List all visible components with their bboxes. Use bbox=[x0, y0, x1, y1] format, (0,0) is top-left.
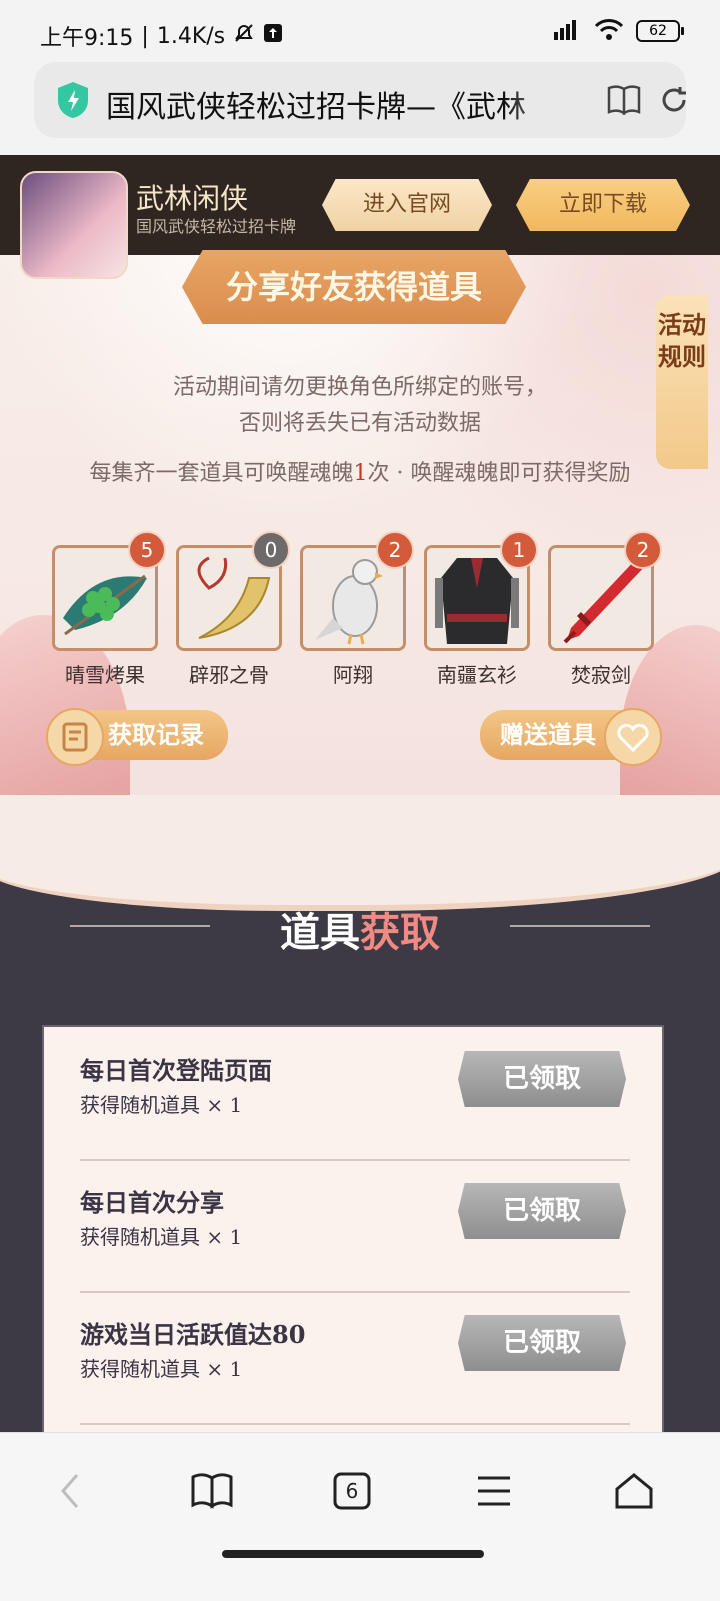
notice-line-1: 活动期间请勿更换角色所绑定的账号， bbox=[172, 375, 547, 400]
status-divider: | bbox=[141, 23, 149, 49]
claimed-button[interactable]: 已领取 bbox=[458, 1051, 626, 1107]
browser-bottom-bar: 6 bbox=[0, 1432, 720, 1601]
refresh-icon[interactable] bbox=[658, 84, 690, 120]
bookmarks-icon[interactable] bbox=[182, 1461, 242, 1521]
home-indicator[interactable] bbox=[222, 1550, 484, 1558]
upload-icon bbox=[263, 23, 283, 49]
item-card[interactable]: 2 阿翔 bbox=[300, 531, 414, 688]
shield-icon bbox=[54, 80, 92, 120]
mute-icon bbox=[233, 22, 255, 50]
item-label: 焚寂剑 bbox=[571, 663, 631, 687]
battery-indicator: 62 bbox=[636, 20, 684, 42]
task-reward: 获得随机道具 × 1 bbox=[80, 1225, 243, 1249]
book-icon[interactable] bbox=[606, 84, 642, 120]
item-count-badge: 1 bbox=[500, 531, 538, 569]
status-right: 62 bbox=[552, 18, 684, 44]
official-site-button[interactable]: 进入官网 bbox=[322, 179, 492, 231]
heart-icon bbox=[604, 708, 662, 766]
status-time: 上午9:15 bbox=[40, 26, 134, 51]
acquisition-record-button[interactable]: 获取记录 bbox=[46, 708, 228, 766]
task-name: 每日首次登陆页面 bbox=[80, 1056, 272, 1085]
item-collection: 5 晴雪烤果 0 辟邪之骨 2 阿翔 1 南疆玄衫 2 焚寂剑 bbox=[52, 531, 672, 688]
wifi-icon bbox=[594, 18, 624, 44]
app-name: 武林闲侠 bbox=[136, 182, 249, 215]
record-button-label: 获取记录 bbox=[108, 720, 204, 749]
gift-button-label: 赠送道具 bbox=[500, 720, 596, 749]
app-subtitle: 国风武侠轻松过招卡牌 bbox=[136, 217, 297, 236]
notice-text: 活动期间请勿更换角色所绑定的账号， 否则将丢失已有活动数据 bbox=[0, 370, 720, 442]
task-reward: 获得随机道具 × 1 bbox=[80, 1357, 243, 1381]
collect-suffix: 次 · 唤醒魂魄即可获得奖励 bbox=[367, 461, 631, 486]
download-button[interactable]: 立即下载 bbox=[516, 179, 690, 231]
status-left: 上午9:15 | 1.4K/s bbox=[40, 20, 283, 52]
task-name: 游戏当日活跃值达80 bbox=[80, 1320, 306, 1349]
signal-icon bbox=[552, 18, 582, 44]
section-title-accent: 获取 bbox=[360, 909, 440, 956]
item-label: 辟邪之骨 bbox=[189, 663, 269, 687]
item-count-badge: 5 bbox=[128, 531, 166, 569]
collect-prefix: 每集齐一套道具可唤醒魂魄 bbox=[89, 461, 354, 486]
item-label: 南疆玄衫 bbox=[437, 663, 517, 687]
item-card[interactable]: 2 焚寂剑 bbox=[548, 531, 662, 688]
record-icon bbox=[46, 708, 104, 766]
collect-text: 每集齐一套道具可唤醒魂魄1次 · 唤醒魂魄即可获得奖励 bbox=[0, 455, 720, 487]
decoration-wave bbox=[0, 795, 720, 911]
task-row: 每日首次分享 获得随机道具 × 1 已领取 bbox=[80, 1159, 630, 1293]
tab-count: 6 bbox=[345, 1479, 359, 1503]
back-icon[interactable] bbox=[40, 1461, 100, 1521]
item-count-badge: 2 bbox=[624, 531, 662, 569]
collect-count: 1 bbox=[353, 461, 368, 486]
claimed-button[interactable]: 已领取 bbox=[458, 1183, 626, 1239]
item-label: 晴雪烤果 bbox=[65, 663, 145, 687]
address-bar[interactable]: 国风武侠轻松过招卡牌—《武林 bbox=[34, 62, 686, 138]
home-icon[interactable] bbox=[604, 1461, 664, 1521]
item-count-badge: 2 bbox=[376, 531, 414, 569]
tasks-panel: 每日首次登陆页面 获得随机道具 × 1 已领取 每日首次分享 获得随机道具 × … bbox=[42, 1025, 664, 1460]
item-label: 阿翔 bbox=[333, 663, 373, 687]
menu-icon[interactable] bbox=[464, 1461, 524, 1521]
app-icon[interactable] bbox=[20, 171, 128, 279]
gift-item-button[interactable]: 赠送道具 bbox=[480, 708, 662, 766]
notice-line-2: 否则将丢失已有活动数据 bbox=[238, 411, 481, 436]
item-count-badge: 0 bbox=[252, 531, 290, 569]
share-title-banner: 分享好友获得道具 bbox=[182, 250, 526, 324]
network-speed: 1.4K/s bbox=[156, 23, 226, 49]
tabs-icon[interactable]: 6 bbox=[322, 1461, 382, 1521]
task-row: 游戏当日活跃值达80 获得随机道具 × 1 已领取 bbox=[80, 1291, 630, 1425]
item-card[interactable]: 5 晴雪烤果 bbox=[52, 531, 166, 688]
section-title-main: 道具 bbox=[280, 909, 360, 956]
item-card[interactable]: 1 南疆玄衫 bbox=[424, 531, 538, 688]
item-card[interactable]: 0 辟邪之骨 bbox=[176, 531, 290, 688]
task-row: 每日首次登陆页面 获得随机道具 × 1 已领取 bbox=[80, 1027, 630, 1161]
section-title: 道具获取 bbox=[0, 900, 720, 958]
task-reward: 获得随机道具 × 1 bbox=[80, 1093, 243, 1117]
task-name: 每日首次分享 bbox=[80, 1188, 224, 1217]
web-content: 武林闲侠 国风武侠轻松过招卡牌 进入官网 立即下载 分享好友获得道具 活动规则 … bbox=[0, 155, 720, 1460]
status-bar: 上午9:15 | 1.4K/s 62 bbox=[0, 0, 720, 62]
claimed-button[interactable]: 已领取 bbox=[458, 1315, 626, 1371]
